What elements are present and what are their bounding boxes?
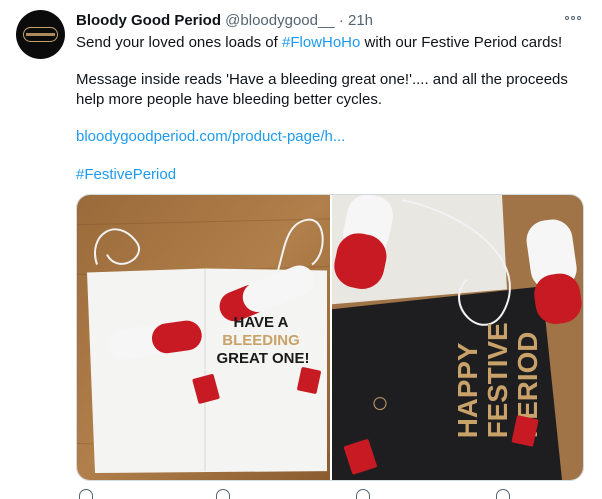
- timestamp[interactable]: 21h: [348, 12, 373, 29]
- avatar[interactable]: [16, 10, 65, 59]
- action-bar: [76, 489, 584, 499]
- retweet-icon[interactable]: [216, 489, 230, 499]
- media-grid: HAVE A BLEEDING GREAT ONE! HAPPY FESTIVE…: [76, 194, 584, 481]
- tweet-text-line1: Send your loved ones loads of #FlowHoHo …: [76, 33, 562, 53]
- tweet-text-suffix: with our Festive Period cards!: [360, 34, 563, 51]
- tweet-header: Bloody Good Period @bloodygood__ · 21h: [76, 10, 373, 32]
- hashtag-festiveperiod[interactable]: #FestivePeriod: [76, 165, 176, 185]
- cover-text-line2: FESTIVE: [482, 322, 513, 438]
- card-text-line1: HAVE A: [234, 314, 289, 331]
- tweet-text-prefix: Send your loved ones loads of: [76, 34, 282, 51]
- avatar-logo-icon: [26, 33, 55, 36]
- header-separator: ·: [338, 12, 344, 29]
- card-text-line3: GREAT ONE!: [217, 350, 310, 367]
- cover-text-line1: HAPPY: [452, 342, 483, 438]
- like-icon[interactable]: [356, 489, 370, 499]
- card-text-line2: BLEEDING: [222, 332, 299, 349]
- tweet-text-line3: help more people have bleeding better cy…: [76, 91, 383, 108]
- hashtag-flowhoho[interactable]: #FlowHoHo: [282, 34, 360, 51]
- user-handle[interactable]: @bloodygood__: [225, 12, 334, 29]
- display-name[interactable]: Bloody Good Period: [76, 12, 221, 29]
- photo-card-cover[interactable]: HAPPY FESTIVE PERIOD: [332, 195, 583, 480]
- reply-icon[interactable]: [79, 489, 93, 499]
- tweet-text-line2: Message inside reads 'Have a bleeding gr…: [76, 71, 568, 88]
- share-icon[interactable]: [496, 489, 510, 499]
- product-link[interactable]: bloodygoodperiod.com/product-page/h...: [76, 127, 345, 147]
- more-options-icon[interactable]: [565, 12, 583, 24]
- photo-card-inside[interactable]: HAVE A BLEEDING GREAT ONE!: [77, 195, 330, 480]
